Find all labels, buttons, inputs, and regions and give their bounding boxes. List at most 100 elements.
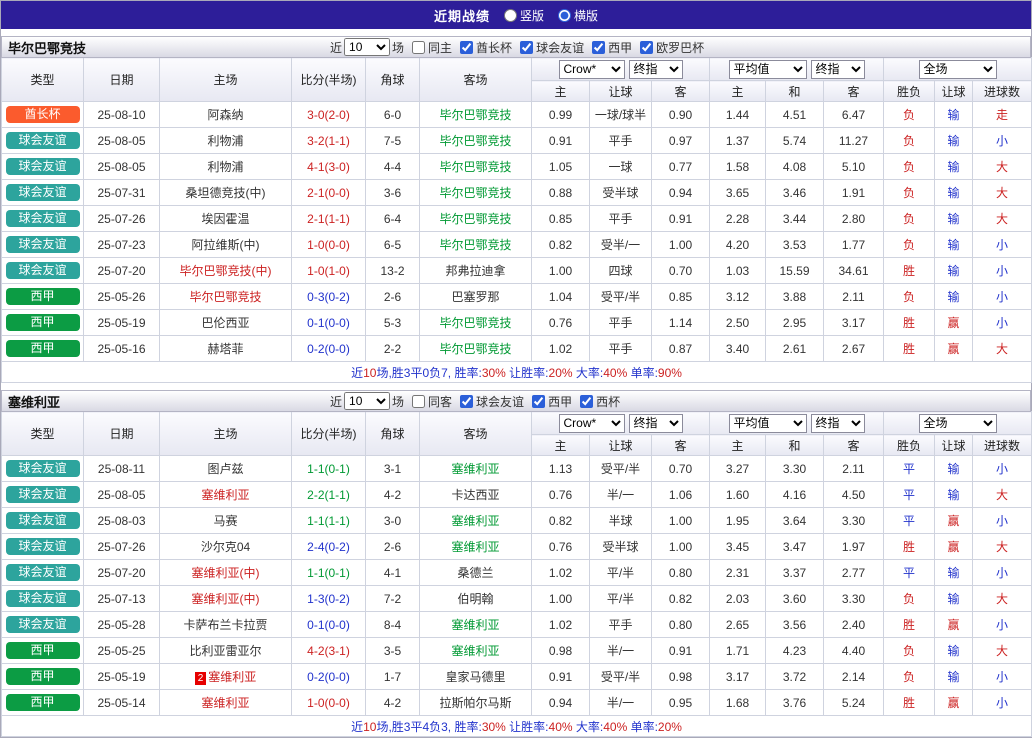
result-wdl: 平 <box>884 482 935 508</box>
result-wdl: 胜 <box>884 310 935 336</box>
fulltime-select[interactable]: 全场 <box>919 414 997 433</box>
league-badge: 西甲 <box>6 642 80 659</box>
avg-draw: 3.46 <box>766 180 824 206</box>
match-date: 25-05-26 <box>84 284 160 310</box>
league-filter-checkbox[interactable] <box>640 41 653 54</box>
summary-row: 近10场,胜3平4负3, 胜率:30% 让胜率:40% 大率:40% 单率:20… <box>2 716 1032 737</box>
match-row: 西甲25-05-14塞维利亚1-0(0-0)4-2拉斯帕尔马斯0.94半/一0.… <box>2 690 1032 716</box>
summary-segment: 近 <box>351 720 363 734</box>
avg-home: 2.28 <box>710 206 766 232</box>
odds-handicap: 受平/半 <box>590 456 652 482</box>
average-select[interactable]: 平均值 <box>729 414 807 433</box>
league-filter-checkbox[interactable] <box>532 395 545 408</box>
odds-away: 0.87 <box>652 336 710 362</box>
odds-home: 1.00 <box>532 586 590 612</box>
league-filter-checkbox[interactable] <box>460 395 473 408</box>
summary-segment: 20% <box>658 720 682 734</box>
horizontal-layout-radio[interactable] <box>558 9 571 22</box>
table-body: 球会友谊25-08-11图卢兹1-1(0-1)3-1塞维利亚1.13受平/半0.… <box>2 456 1032 737</box>
same-venue-checkbox[interactable] <box>412 395 425 408</box>
league-filter-checkbox[interactable] <box>580 395 593 408</box>
result-wdl: 负 <box>884 586 935 612</box>
league-badge: 西甲 <box>6 340 80 357</box>
average-select[interactable]: 平均值 <box>729 60 807 79</box>
corner-score: 4-1 <box>366 560 420 586</box>
odds-away: 0.94 <box>652 180 710 206</box>
corner-score: 3-1 <box>366 456 420 482</box>
bookmaker-final-select[interactable]: 终指 <box>629 60 683 79</box>
league-badge: 球会友谊 <box>6 512 80 529</box>
avg-away: 2.11 <box>824 456 884 482</box>
same-venue-filter[interactable]: 同客 <box>412 393 454 410</box>
home-team-name: 赫塔菲 <box>207 342 243 356</box>
league-filter-checkbox[interactable] <box>520 41 533 54</box>
league-cell: 西甲 <box>2 664 84 690</box>
summary-segment: 场,胜3平0负7, 胜率: <box>376 366 481 380</box>
odds-away: 0.97 <box>652 128 710 154</box>
result-wdl: 负 <box>884 128 935 154</box>
result-handicap: 赢 <box>935 310 973 336</box>
average-final-select[interactable]: 终指 <box>811 60 865 79</box>
away-team-name: 巴塞罗那 <box>451 290 499 304</box>
recent-count-select[interactable]: 10 <box>344 38 390 56</box>
corner-score: 4-2 <box>366 690 420 716</box>
odds-home: 1.02 <box>532 560 590 586</box>
match-date: 25-08-05 <box>84 128 160 154</box>
away-team-name: 毕尔巴鄂竞技 <box>439 186 511 200</box>
away-team-name: 卡达西亚 <box>451 488 499 502</box>
odds-home: 0.98 <box>532 638 590 664</box>
away-team: 塞维利亚 <box>420 612 532 638</box>
avg-away: 4.40 <box>824 638 884 664</box>
layout-option-vertical[interactable]: 竖版 <box>504 7 544 24</box>
league-filter-checkbox[interactable] <box>460 41 473 54</box>
avg-draw: 3.56 <box>766 612 824 638</box>
odds-home: 0.82 <box>532 232 590 258</box>
away-team: 塞维利亚 <box>420 638 532 664</box>
fulltime-select[interactable]: 全场 <box>919 60 997 79</box>
subheader-cell: 让球 <box>935 81 973 102</box>
odds-handicap: 一球/球半 <box>590 102 652 128</box>
result-handicap: 输 <box>935 128 973 154</box>
odds-handicap: 受平/半 <box>590 664 652 690</box>
odds-handicap: 受平/半 <box>590 284 652 310</box>
league-badge: 西甲 <box>6 314 80 331</box>
league-filter[interactable]: 西杯 <box>580 393 622 410</box>
odds-handicap: 受半/一 <box>590 232 652 258</box>
average-final-select[interactable]: 终指 <box>811 414 865 433</box>
match-score: 0-3(0-2) <box>292 284 366 310</box>
same-venue-checkbox[interactable] <box>412 41 425 54</box>
league-filter[interactable]: 球会友谊 <box>460 393 526 410</box>
home-team: 埃因霍温 <box>160 206 292 232</box>
avg-home: 3.27 <box>710 456 766 482</box>
league-filter[interactable]: 酋长杯 <box>460 39 514 56</box>
bookmaker-final-select[interactable]: 终指 <box>629 414 683 433</box>
avg-home: 3.45 <box>710 534 766 560</box>
recent-count-select[interactable]: 10 <box>344 392 390 410</box>
same-venue-filter[interactable]: 同主 <box>412 39 454 56</box>
away-team-name: 毕尔巴鄂竞技 <box>439 238 511 252</box>
bookmaker-select[interactable]: Crow* <box>559 60 625 79</box>
avg-home: 3.12 <box>710 284 766 310</box>
odds-home: 0.82 <box>532 508 590 534</box>
match-date: 25-08-05 <box>84 482 160 508</box>
match-date: 25-08-03 <box>84 508 160 534</box>
avg-away: 3.30 <box>824 586 884 612</box>
league-filter[interactable]: 西甲 <box>592 39 634 56</box>
league-filter-label: 欧罗巴杯 <box>656 39 704 56</box>
league-filter[interactable]: 西甲 <box>532 393 574 410</box>
vertical-layout-radio[interactable] <box>504 9 517 22</box>
league-filter[interactable]: 球会友谊 <box>520 39 586 56</box>
league-filter-checkbox[interactable] <box>592 41 605 54</box>
result-handicap: 输 <box>935 258 973 284</box>
avg-home: 1.71 <box>710 638 766 664</box>
league-filter[interactable]: 欧罗巴杯 <box>640 39 706 56</box>
match-row: 球会友谊25-08-05塞维利亚2-2(1-1)4-2卡达西亚0.76半/一1.… <box>2 482 1032 508</box>
avg-home: 1.58 <box>710 154 766 180</box>
result-wdl: 胜 <box>884 534 935 560</box>
odds-home: 0.76 <box>532 310 590 336</box>
bookmaker-select[interactable]: Crow* <box>559 414 625 433</box>
recent-label: 近 <box>330 39 342 56</box>
avg-draw: 3.64 <box>766 508 824 534</box>
layout-option-horizontal[interactable]: 横版 <box>558 7 598 24</box>
result-goals: 小 <box>973 664 1032 690</box>
